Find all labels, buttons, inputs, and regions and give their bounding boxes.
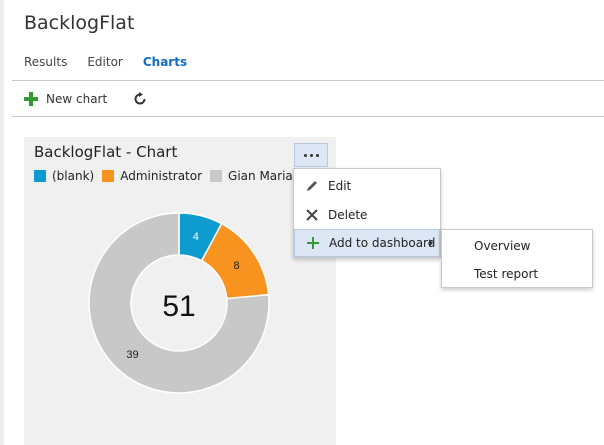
tab-bar: Results Editor Charts (24, 55, 207, 69)
tab-charts[interactable]: Charts (143, 55, 187, 69)
submenu-item-test-report[interactable]: Test report (442, 260, 592, 288)
menu-item-label: Edit (328, 179, 352, 193)
new-chart-label: New chart (46, 92, 108, 106)
left-edge-strip (0, 0, 4, 445)
new-chart-button[interactable]: New chart (24, 92, 107, 106)
plus-icon (24, 92, 38, 106)
tab-editor[interactable]: Editor (87, 55, 123, 69)
toolbar: New chart (24, 92, 147, 106)
slice-value-label: 4 (193, 231, 199, 243)
toolbar-divider (12, 116, 604, 117)
page-title: BacklogFlat (24, 12, 135, 34)
submenu-arrow-icon (429, 239, 433, 247)
chart-center-total: 51 (162, 290, 195, 323)
plus-icon (305, 235, 321, 251)
chart-card: BacklogFlat - Chart (blank) Administrato… (24, 137, 336, 445)
refresh-icon[interactable] (133, 92, 147, 106)
x-icon (304, 207, 320, 223)
menu-item-label: Delete (328, 208, 368, 222)
tabs-divider (12, 80, 604, 81)
dashboard-submenu: Overview Test report (441, 229, 593, 288)
slice-value-label: 39 (126, 349, 138, 361)
menu-item-delete[interactable]: Delete (294, 201, 440, 229)
menu-item-add-to-dashboard[interactable]: Add to dashboard (294, 229, 440, 257)
tab-results[interactable]: Results (24, 55, 67, 69)
menu-item-edit[interactable]: Edit (294, 172, 440, 200)
menu-item-label: Add to dashboard (329, 236, 436, 250)
pencil-icon (304, 178, 320, 194)
context-menu: Edit Delete Add to dashboard (293, 168, 441, 258)
donut-chart: 4 8 39 51 (88, 212, 270, 394)
slice-value-label: 8 (233, 260, 239, 272)
submenu-item-overview[interactable]: Overview (442, 232, 592, 260)
